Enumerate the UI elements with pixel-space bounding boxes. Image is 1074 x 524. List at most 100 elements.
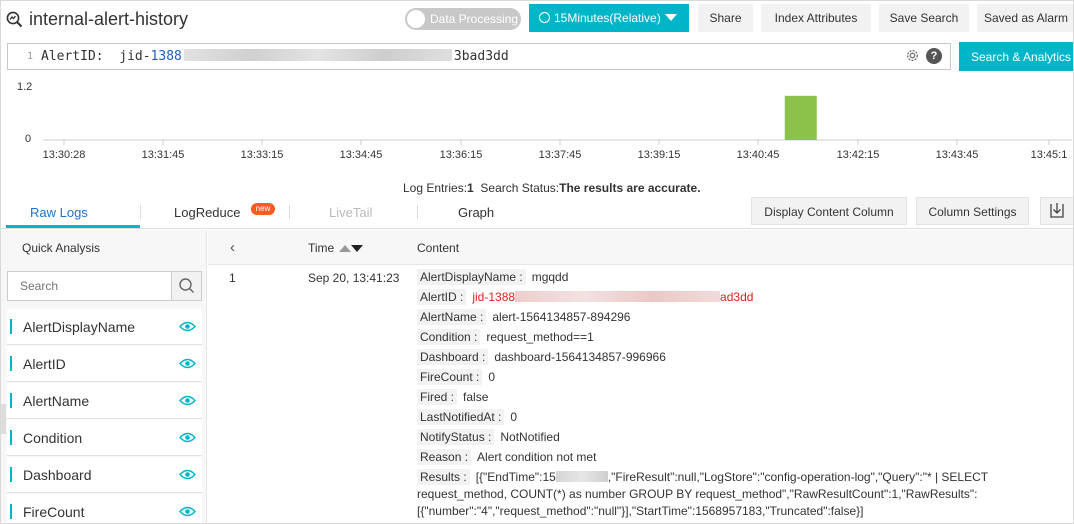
query-editor[interactable]: 1 AlertID: jid-1388 3bad3dd ? [7, 43, 951, 70]
histogram-plot [43, 95, 1072, 145]
log-field-key: AlertName : [417, 309, 487, 325]
caret-down-icon [665, 14, 677, 21]
log-field-value: jid-1388 ad3dd [466, 290, 753, 304]
eye-icon[interactable] [179, 320, 196, 333]
share-button[interactable]: Share [698, 4, 753, 32]
search-analytics-button[interactable]: Search & Analytics [959, 42, 1073, 71]
field-accent-bar [10, 504, 12, 519]
quick-analysis-title: Quick Analysis [22, 241, 101, 255]
tab-divider [417, 205, 418, 219]
field-name: Condition [23, 430, 83, 446]
field-name: FireCount [23, 504, 85, 520]
panel-collapse-handle[interactable] [1, 404, 6, 434]
time-column-header[interactable]: Time [308, 241, 364, 255]
log-field-key: Fired : [417, 389, 458, 405]
field-name: AlertName [23, 393, 90, 409]
help-icon[interactable]: ? [926, 48, 942, 64]
log-field: Condition : request_method==1 [417, 329, 594, 345]
display-content-column-button[interactable]: Display Content Column [751, 197, 907, 225]
time-range-label: 15Minutes(Relative) [554, 11, 661, 25]
column-settings-button[interactable]: Column Settings [916, 197, 1029, 225]
log-entries-count: 1 [467, 181, 474, 195]
log-field-value: dashboard-1564134857-996966 [494, 350, 666, 364]
log-table-header: ‹ Time Content [208, 230, 1073, 265]
tab-graph[interactable]: Graph [458, 205, 494, 220]
sort-desc-icon[interactable] [351, 245, 364, 252]
tab-divider [140, 205, 141, 219]
log-row-time: Sep 20, 13:41:23 [308, 271, 400, 285]
log-histogram[interactable]: 1.2 0 13:30:28 13:31:45 13:33:15 13:34:45 13… [1, 73, 1073, 173]
log-field-value-continued: request_method, COUNT(*) as number GROUP… [417, 487, 978, 501]
histogram-bar[interactable] [784, 95, 817, 140]
chevron-left-icon[interactable]: ‹ [230, 239, 235, 256]
download-button[interactable] [1040, 197, 1073, 225]
tab-raw-logs[interactable]: Raw Logs [30, 205, 88, 220]
quick-analysis-panel: Quick Analysis AlertDisplayName AlertID Al… [1, 230, 207, 523]
value-end: ,"FireResult":null,"LogStore":"config-op… [607, 470, 989, 484]
field-item[interactable]: FireCount [7, 494, 202, 523]
data-processing-toggle[interactable]: Data Processing [405, 8, 521, 30]
histogram-tick-label: 13:39:15 [637, 149, 681, 161]
field-item[interactable]: AlertID [7, 346, 202, 382]
sort-asc-icon[interactable] [339, 245, 352, 252]
log-field-key: NotifyStatus : [417, 429, 495, 445]
eye-icon[interactable] [179, 505, 196, 518]
histogram-tick-label: 13:30:28 [42, 149, 86, 161]
log-row-index: 1 [229, 271, 236, 285]
eye-icon[interactable] [179, 357, 196, 370]
field-accent-bar [10, 467, 12, 482]
eye-icon[interactable] [179, 431, 196, 444]
query-text: AlertID: jid-1388 3bad3dd [41, 49, 509, 64]
log-field: AlertID : jid-1388 ad3dd [417, 289, 753, 305]
header: internal-alert-history Data Processing 1… [1, 1, 1073, 39]
index-attributes-button[interactable]: Index Attributes [761, 4, 871, 32]
log-field-value-continued: [{"number":"4","request_method":"null"}]… [417, 504, 864, 518]
log-field-value: [{"EndTime":15 ,"FireResult":null,"LogSto… [470, 470, 988, 484]
tab-divider [289, 205, 290, 219]
gear-icon[interactable] [905, 48, 920, 63]
field-item[interactable]: AlertName [7, 383, 202, 419]
log-field-value: request_method==1 [486, 330, 594, 344]
log-field: AlertDisplayName : mgqdd [417, 269, 569, 285]
toggle-knob [407, 10, 425, 28]
save-search-button[interactable]: Save Search [879, 4, 969, 32]
field-accent-bar [10, 319, 12, 334]
logstore-search-icon [6, 11, 23, 28]
log-field-key: Dashboard : [417, 349, 489, 365]
tab-logreduce[interactable]: LogReduce [174, 205, 241, 220]
save-as-alarm-button[interactable]: Saved as Alarm [977, 4, 1073, 32]
redacted-mask [555, 471, 608, 482]
value-start: [{"EndTime":15 [475, 470, 556, 484]
eye-icon[interactable] [179, 394, 196, 407]
time-range-selector[interactable]: 15Minutes(Relative) [529, 4, 689, 32]
log-field-key: AlertID : [417, 289, 467, 305]
log-field: LastNotifiedAt : 0 [417, 409, 517, 425]
toggle-label: Data Processing [430, 12, 519, 26]
histogram-tick-label: 13:34:45 [339, 149, 383, 161]
log-field-key: LastNotifiedAt : [417, 409, 505, 425]
download-icon [1050, 203, 1064, 218]
log-field: Fired : false [417, 389, 488, 405]
log-field: Reason : Alert condition not met [417, 449, 597, 465]
tab-livetail[interactable]: LiveTail [329, 205, 372, 220]
new-badge: new [251, 203, 275, 215]
clock-icon [539, 12, 550, 23]
histogram-tick-label: 13:43:45 [935, 149, 979, 161]
search-status-value: The results are accurate. [559, 181, 701, 195]
app-frame: internal-alert-history Data Processing 1… [0, 0, 1074, 524]
log-field-value: mgqdd [531, 270, 569, 284]
field-search-button[interactable] [171, 272, 201, 300]
field-item[interactable]: AlertDisplayName [7, 309, 202, 345]
field-accent-bar [10, 430, 12, 445]
field-search-input[interactable] [8, 272, 171, 300]
log-field: FireCount : 0 [417, 369, 495, 385]
field-item[interactable]: Dashboard [7, 457, 202, 493]
field-item[interactable]: Condition [7, 420, 202, 456]
log-field-key: Results : [417, 469, 470, 485]
log-field-value: Alert condition not met [477, 450, 597, 464]
log-field-key: Condition : [417, 329, 481, 345]
field-accent-bar [10, 393, 12, 408]
view-tabs: Raw Logs LogReduce new LiveTail Graph Di… [1, 195, 1073, 229]
field-name: AlertDisplayName [23, 319, 136, 335]
eye-icon[interactable] [179, 468, 196, 481]
